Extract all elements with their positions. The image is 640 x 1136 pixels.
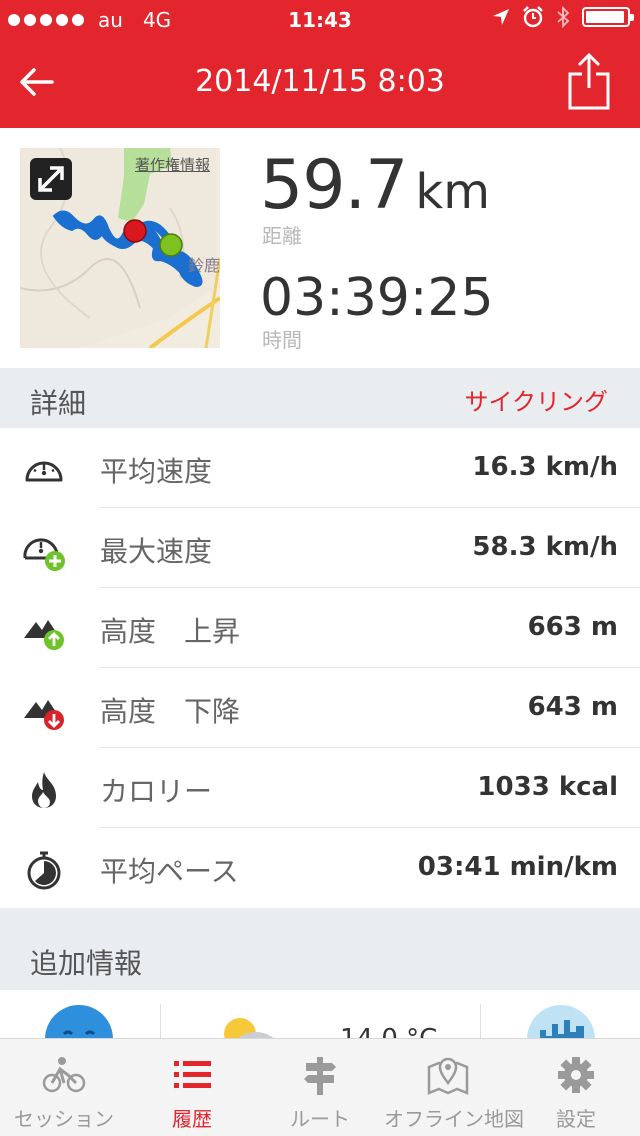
elevation-down-icon [24, 700, 64, 730]
tab-label: オフライン地図 [384, 1107, 524, 1131]
tab-label: ルート [290, 1107, 350, 1131]
stat-row-calories: カロリー 1033 kcal [0, 748, 640, 828]
route-map[interactable]: 著作権情報 鈴鹿 [20, 148, 220, 348]
duration-label: 時間 [262, 328, 302, 352]
stat-value: 58.3 km/h [472, 532, 618, 562]
stat-row-elevation-loss: 高度 下降 643 m [0, 668, 640, 748]
duration-value: 03:39:25 [260, 268, 494, 328]
tab-label: セッション [14, 1107, 114, 1131]
tab-label: 設定 [556, 1107, 596, 1131]
start-marker-icon [159, 233, 183, 257]
stat-label: 最大速度 [100, 535, 213, 568]
stat-row-elevation-gain: 高度 上昇 663 m [0, 588, 640, 668]
extra-header-label: 追加情報 [30, 947, 143, 980]
weather-cloudy-icon[interactable] [220, 1014, 282, 1040]
tab-bar: セッション 履歴 ルート オフライン地図 設定 [0, 1038, 640, 1136]
expand-map-icon[interactable] [30, 158, 72, 200]
distance-value: 59.7 [260, 146, 408, 225]
end-marker-icon [123, 219, 147, 243]
battery-icon [582, 7, 634, 27]
stat-value: 03:41 min/km [417, 852, 618, 882]
nav-bar: 2014/11/15 8:03 [0, 40, 640, 128]
column-divider [160, 1004, 161, 1040]
status-bar: au 4G 11:43 [0, 0, 640, 40]
details-header-label: 詳細 [30, 387, 87, 420]
stat-label: 平均ペース [100, 855, 239, 888]
elevation-up-icon [24, 620, 64, 650]
extra-info-strip: 14.0 °C [0, 990, 640, 1040]
tab-session[interactable]: セッション [0, 1039, 128, 1136]
map-place-label: 鈴鹿 [187, 256, 220, 275]
max-speed-icon [23, 538, 65, 571]
map-copyright-link[interactable]: 著作権情報 [135, 154, 210, 175]
status-right [492, 6, 634, 28]
mood-face-icon[interactable] [44, 1004, 114, 1040]
tab-offline-map[interactable]: オフライン地図 [384, 1039, 524, 1136]
signpost-icon [304, 1057, 336, 1095]
stat-label: 高度 下降 [100, 695, 241, 728]
bluetooth-icon [557, 6, 570, 28]
map-pin-icon [427, 1057, 469, 1095]
distance-unit: km [415, 164, 490, 220]
stopwatch-icon [27, 851, 61, 890]
cyclist-icon [42, 1057, 86, 1093]
app-root: au 4G 11:43 2014/11/15 8:03 著作権情報 鈴鹿 59.… [0, 0, 640, 1136]
extra-info-section-header: 追加情報 [0, 908, 640, 990]
stat-value: 1033 kcal [477, 772, 618, 802]
stat-label: カロリー [100, 775, 213, 808]
stat-value: 663 m [527, 612, 618, 642]
stat-label: 平均速度 [100, 455, 213, 488]
stat-row-max-speed: 最大速度 58.3 km/h [0, 508, 640, 588]
tab-history[interactable]: 履歴 [128, 1039, 256, 1136]
gear-icon [558, 1057, 594, 1093]
stat-row-avg-pace: 平均ペース 03:41 min/km [0, 828, 640, 908]
activity-type[interactable]: サイクリング [464, 382, 608, 417]
header: au 4G 11:43 2014/11/15 8:03 [0, 0, 640, 128]
session-summary: 著作権情報 鈴鹿 59.7 km 距離 03:39:25 時間 [0, 128, 640, 368]
tab-label: 履歴 [172, 1107, 212, 1131]
tab-route[interactable]: ルート [256, 1039, 384, 1136]
location-arrow-icon [493, 9, 509, 25]
stat-value: 643 m [527, 692, 618, 722]
speedometer-icon [25, 461, 63, 482]
alarm-icon [523, 6, 543, 28]
page-title: 2014/11/15 8:03 [195, 64, 445, 99]
tab-settings[interactable]: 設定 [512, 1039, 640, 1136]
details-section-header: 詳細 サイクリング [0, 368, 640, 428]
distance-display: 59.7 km [260, 146, 490, 225]
city-skyline-icon[interactable] [526, 1004, 596, 1040]
distance-label: 距離 [262, 224, 302, 248]
list-icon [174, 1061, 211, 1088]
stat-value: 16.3 km/h [472, 452, 618, 482]
column-divider [480, 1004, 481, 1040]
flame-icon [32, 772, 56, 808]
share-icon[interactable] [568, 52, 610, 110]
stat-label: 高度 上昇 [100, 615, 241, 648]
stat-row-avg-speed: 平均速度 16.3 km/h [0, 428, 640, 508]
